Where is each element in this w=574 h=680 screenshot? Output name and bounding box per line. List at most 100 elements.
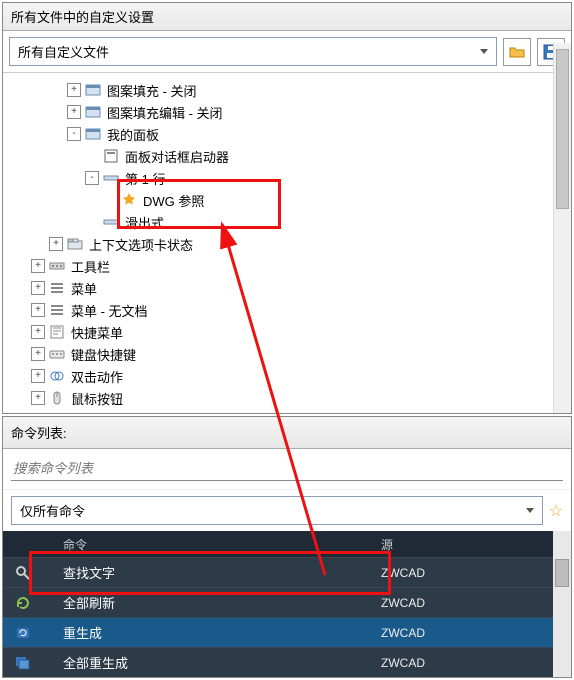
tree-item-label: 滑出式 xyxy=(123,212,166,233)
command-name: 重生成 xyxy=(43,623,371,642)
tree-item-label: DWG 参照 xyxy=(141,190,206,211)
tree-item-label: 第 1 行 xyxy=(123,168,167,189)
tree-spacer xyxy=(103,193,117,207)
tree-item[interactable]: DWG 参照 xyxy=(13,189,567,211)
grid-header-source[interactable]: 源 xyxy=(371,536,571,553)
find-icon xyxy=(3,565,43,581)
filter-label: 仅所有命令 xyxy=(20,501,85,520)
command-name: 查找文字 xyxy=(43,563,371,582)
open-button[interactable] xyxy=(503,38,531,66)
tree-item-label: 上下文选项卡状态 xyxy=(87,234,195,255)
tree-item[interactable]: + 工具栏 xyxy=(13,255,567,277)
menu-icon xyxy=(49,302,65,318)
row-icon xyxy=(103,214,119,230)
tree-item[interactable]: + 上下文选项卡状态 xyxy=(13,233,567,255)
tree-item[interactable]: + 图案填充编辑 - 关闭 xyxy=(13,101,567,123)
keyboard-icon xyxy=(49,346,65,362)
toolbar-icon xyxy=(49,258,65,274)
toolbar: 所有自定义文件 xyxy=(3,31,571,73)
tree-item[interactable]: 滑出式 xyxy=(13,211,567,233)
tree-item-label: 鼠标按钮 xyxy=(69,388,125,409)
regenall-icon xyxy=(3,655,43,671)
tree-item[interactable]: + 图案填充 - 关闭 xyxy=(13,79,567,101)
customization-panel: 所有文件中的自定义设置 所有自定义文件 + 图案填充 - 关闭 + 图案填充编辑 - … xyxy=(2,2,572,414)
expand-icon[interactable]: + xyxy=(31,347,45,361)
regen-icon xyxy=(3,625,43,641)
command-list-panel: 命令列表: 仅所有命令 ☆ 命令 源 查找文字ZWCAD全部刷新ZWCAD重生成… xyxy=(2,416,572,678)
folder-icon xyxy=(509,44,525,60)
tree-item-label: 面板对话框启动器 xyxy=(123,146,231,167)
tree-item[interactable]: + 键盘快捷键 xyxy=(13,343,567,365)
panel-title: 所有文件中的自定义设置 xyxy=(3,3,571,31)
tree-item[interactable]: - 我的面板 xyxy=(13,123,567,145)
tree-item[interactable]: - 第 1 行 xyxy=(13,167,567,189)
expand-icon[interactable]: + xyxy=(67,105,81,119)
expand-icon[interactable]: + xyxy=(31,325,45,339)
filter-dropdown[interactable]: 仅所有命令 xyxy=(11,496,543,525)
tree-item[interactable]: + 双击动作 xyxy=(13,365,567,387)
collapse-icon[interactable]: - xyxy=(85,171,99,185)
tree-item-label: 双击动作 xyxy=(69,366,125,387)
command-source: ZWCAD xyxy=(371,566,571,580)
expand-icon[interactable]: + xyxy=(31,259,45,273)
dropdown-label: 所有自定义文件 xyxy=(18,42,109,61)
expand-icon[interactable]: + xyxy=(31,369,45,383)
tree-item-label: 我的面板 xyxy=(105,124,161,145)
dblclick-icon xyxy=(49,368,65,384)
panel-icon xyxy=(85,82,101,98)
dialog-icon xyxy=(103,148,119,164)
tree-item-label: 工具栏 xyxy=(69,256,112,277)
tree-item-label: 图案填充 - 关闭 xyxy=(105,80,199,101)
shortcut-icon xyxy=(49,324,65,340)
chevron-down-icon xyxy=(526,508,534,513)
expand-icon[interactable]: + xyxy=(31,281,45,295)
refresh-icon xyxy=(3,595,43,611)
star-icon xyxy=(121,192,137,208)
panel-icon xyxy=(85,104,101,120)
tree-item-label: 键盘快捷键 xyxy=(69,344,138,365)
chevron-down-icon xyxy=(480,49,488,54)
command-source: ZWCAD xyxy=(371,626,571,640)
grid-header: 命令 源 xyxy=(3,531,571,557)
tree-item-label: 图案填充编辑 - 关闭 xyxy=(105,102,225,123)
customization-file-dropdown[interactable]: 所有自定义文件 xyxy=(9,37,497,66)
tree-item[interactable]: 面板对话框启动器 xyxy=(13,145,567,167)
customization-tree[interactable]: + 图案填充 - 关闭 + 图案填充编辑 - 关闭 - 我的面板面板对话框启动器 - 第 1 … xyxy=(3,73,571,413)
command-row[interactable]: 全部重生成ZWCAD xyxy=(3,647,571,677)
collapse-icon[interactable]: - xyxy=(67,127,81,141)
tree-item[interactable]: + 菜单 xyxy=(13,277,567,299)
command-row[interactable]: 查找文字ZWCAD xyxy=(3,557,571,587)
scrollbar-thumb[interactable] xyxy=(556,49,569,209)
tabs-icon xyxy=(67,236,83,252)
command-grid[interactable]: 命令 源 查找文字ZWCAD全部刷新ZWCAD重生成ZWCAD全部重生成ZWCA… xyxy=(3,531,571,677)
grid-header-name[interactable]: 命令 xyxy=(43,536,371,553)
expand-icon[interactable]: + xyxy=(67,83,81,97)
tree-item-label: 菜单 xyxy=(69,278,99,299)
tree-item[interactable]: + 鼠标按钮 xyxy=(13,387,567,409)
tree-item[interactable]: +菜单 - 无文档 xyxy=(13,299,567,321)
command-row[interactable]: 重生成ZWCAD xyxy=(3,617,571,647)
command-row[interactable]: 全部刷新ZWCAD xyxy=(3,587,571,617)
grid-scrollbar[interactable] xyxy=(553,531,571,677)
tree-item-label: 快捷菜单 xyxy=(69,322,125,343)
scrollbar-thumb[interactable] xyxy=(555,559,569,587)
menu-icon xyxy=(49,280,65,296)
row-icon xyxy=(103,170,119,186)
filter-row: 仅所有命令 ☆ xyxy=(3,490,571,531)
command-source: ZWCAD xyxy=(371,596,571,610)
tree-spacer xyxy=(85,215,99,229)
search-input[interactable] xyxy=(11,457,563,481)
expand-icon[interactable]: + xyxy=(31,303,45,317)
tree-item[interactable]: + 快捷菜单 xyxy=(13,321,567,343)
panel-icon xyxy=(85,126,101,142)
search-row xyxy=(3,449,571,490)
command-name: 全部刷新 xyxy=(43,593,371,612)
command-list-title: 命令列表: xyxy=(3,417,571,449)
favorites-icon[interactable]: ☆ xyxy=(549,501,563,521)
command-name: 全部重生成 xyxy=(43,653,371,672)
tree-spacer xyxy=(85,149,99,163)
tree-scrollbar[interactable] xyxy=(553,43,571,413)
expand-icon[interactable]: + xyxy=(49,237,63,251)
command-source: ZWCAD xyxy=(371,656,571,670)
expand-icon[interactable]: + xyxy=(31,391,45,405)
